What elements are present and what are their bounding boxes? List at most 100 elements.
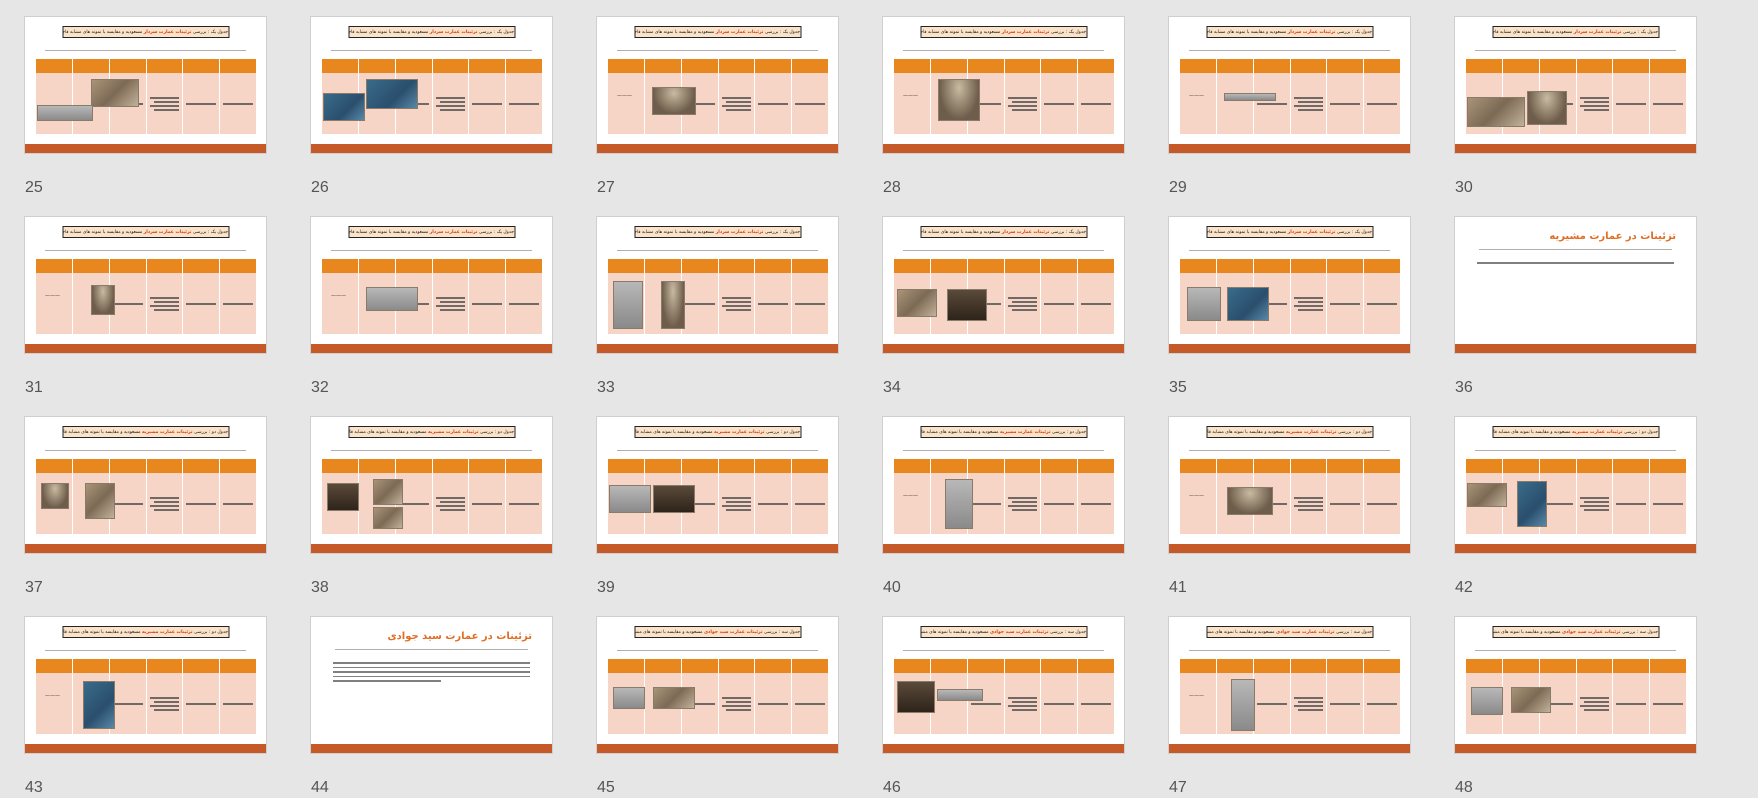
slide-thumbnail-41[interactable]: جدول دو : بررسی تزئینات عمارت مشیریه مسع… bbox=[1169, 417, 1410, 553]
header-cell bbox=[1289, 459, 1327, 473]
slide-footer-bar bbox=[1169, 144, 1410, 153]
header-cell bbox=[1215, 59, 1253, 73]
slide-thumbnail-32[interactable]: جدول یک : بررسی تزئینات عمارت سردار مسعو… bbox=[311, 217, 552, 353]
table-cell bbox=[1077, 673, 1114, 734]
table-cell bbox=[1077, 473, 1114, 534]
title-highlight: تزئینات عمارت سردار bbox=[715, 30, 764, 35]
slide-thumbnail-33[interactable]: جدول یک : بررسی تزئینات عمارت سردار مسعو… bbox=[597, 217, 838, 353]
header-cell bbox=[791, 59, 828, 73]
divider bbox=[331, 450, 532, 451]
header-cell bbox=[1363, 259, 1400, 273]
table-body bbox=[607, 73, 828, 134]
slide-title-box: جدول دو : بررسی تزئینات عمارت مشیریه مسع… bbox=[348, 426, 515, 438]
table-body bbox=[321, 273, 542, 334]
slide-thumbnail-37[interactable]: جدول دو : بررسی تزئینات عمارت مشیریه مسع… bbox=[25, 417, 266, 553]
slide-title-box: جدول یک : بررسی تزئینات عمارت سردار مسعو… bbox=[348, 26, 515, 38]
title-suffix: مسعودیه و مقایسه با نمونه های مشابه قاجا… bbox=[348, 430, 427, 435]
header-cell bbox=[431, 259, 469, 273]
table-cell bbox=[1077, 273, 1114, 334]
title-highlight: تزئینات عمارت مشیریه bbox=[1572, 430, 1623, 435]
table-cell bbox=[607, 73, 644, 134]
header-cell bbox=[182, 659, 219, 673]
slide-thumbnail-26[interactable]: جدول یک : بررسی تزئینات عمارت سردار مسعو… bbox=[311, 17, 552, 153]
slide-photo bbox=[609, 485, 651, 513]
table-header bbox=[893, 459, 1114, 473]
header-cell bbox=[754, 59, 791, 73]
slide-thumbnail-46[interactable]: جدول سه : بررسی تزئینات عمارت سید جوادی … bbox=[883, 617, 1124, 753]
table-header bbox=[893, 659, 1114, 673]
slide-title-box: جدول یک : بررسی تزئینات عمارت سردار مسعو… bbox=[920, 226, 1087, 238]
slide-thumbnail-48[interactable]: جدول سه : بررسی تزئینات عمارت سید جوادی … bbox=[1455, 617, 1696, 753]
slide-thumbnail-28[interactable]: جدول یک : بررسی تزئینات عمارت سردار مسعو… bbox=[883, 17, 1124, 153]
slide-thumbnail-36[interactable]: تزئینات در عمارت مشیریه bbox=[1455, 217, 1696, 353]
slide-photo bbox=[653, 485, 695, 513]
divider bbox=[617, 250, 818, 251]
table-header bbox=[35, 59, 256, 73]
title-highlight: تزئینات عمارت سردار bbox=[429, 230, 478, 235]
slide-thumbnail-38[interactable]: جدول دو : بررسی تزئینات عمارت مشیریه مسع… bbox=[311, 417, 552, 553]
header-cell bbox=[35, 659, 72, 673]
slide-thumbnail-42[interactable]: جدول دو : بررسی تزئینات عمارت مشیریه مسع… bbox=[1455, 417, 1696, 553]
slide-number: 28 bbox=[883, 179, 901, 196]
empty-cell-dash: ——— bbox=[331, 293, 346, 299]
title-prefix: جدول دو : بررسی bbox=[193, 630, 228, 635]
slide-photo bbox=[1527, 91, 1567, 125]
header-cell bbox=[321, 59, 358, 73]
header-cell bbox=[219, 259, 256, 273]
header-cell bbox=[357, 59, 395, 73]
slide-thumbnail-47[interactable]: جدول سه : بررسی تزئینات عمارت سید جوادی … bbox=[1169, 617, 1410, 753]
title-suffix: مسعودیه و مقایسه با نمونه های مشابه قاجا… bbox=[921, 630, 989, 635]
header-cell bbox=[929, 259, 967, 273]
table-cell bbox=[219, 73, 256, 134]
header-cell bbox=[680, 659, 718, 673]
title-highlight: تزئینات عمارت سید جوادی bbox=[1275, 630, 1335, 635]
slide-thumbnail-34[interactable]: جدول یک : بررسی تزئینات عمارت سردار مسعو… bbox=[883, 217, 1124, 353]
slide-thumbnail-35[interactable]: جدول یک : بررسی تزئینات عمارت سردار مسعو… bbox=[1169, 217, 1410, 353]
slide-thumbnail-27[interactable]: جدول یک : بررسی تزئینات عمارت سردار مسعو… bbox=[597, 17, 838, 153]
slide-number: 41 bbox=[1169, 579, 1187, 596]
title-highlight: تزئینات عمارت سید جوادی bbox=[1561, 630, 1621, 635]
slide-thumbnail-43[interactable]: جدول دو : بررسی تزئینات عمارت مشیریه مسع… bbox=[25, 617, 266, 753]
divider bbox=[1189, 650, 1390, 651]
header-cell bbox=[1575, 59, 1613, 73]
table-header bbox=[893, 259, 1114, 273]
table-header bbox=[607, 59, 828, 73]
table-cell bbox=[1326, 473, 1363, 534]
slide-thumbnail-45[interactable]: جدول سه : بررسی تزئینات عمارت سید جوادی … bbox=[597, 617, 838, 753]
slide-photo bbox=[1467, 97, 1525, 127]
title-suffix: مسعودیه و مقایسه با نمونه های مشابه قاجا… bbox=[920, 30, 1001, 35]
slide-thumbnail-30[interactable]: جدول یک : بررسی تزئینات عمارت سردار مسعو… bbox=[1455, 17, 1696, 153]
slide-footer-bar bbox=[25, 544, 266, 553]
header-cell bbox=[1003, 659, 1041, 673]
slide-number: 30 bbox=[1455, 179, 1473, 196]
slide-photo bbox=[938, 79, 980, 121]
table-body bbox=[35, 73, 256, 134]
slide-thumbnail-44[interactable]: تزئینات در عمارت سید جوادی bbox=[311, 617, 552, 753]
slide-title-box: جدول یک : بررسی تزئینات عمارت سردار مسعو… bbox=[634, 26, 801, 38]
table-cell bbox=[1003, 473, 1041, 534]
slide-thumbnail-40[interactable]: جدول دو : بررسی تزئینات عمارت مشیریه مسع… bbox=[883, 417, 1124, 553]
header-cell bbox=[893, 259, 930, 273]
table-cell bbox=[219, 273, 256, 334]
header-cell bbox=[1649, 659, 1686, 673]
table-header bbox=[35, 259, 256, 273]
header-cell bbox=[966, 59, 1004, 73]
slide-footer-bar bbox=[1169, 344, 1410, 353]
slide-thumbnail-25[interactable]: جدول یک : بررسی تزئینات عمارت سردار مسعو… bbox=[25, 17, 266, 153]
slide-photo bbox=[1231, 679, 1255, 731]
table-cell bbox=[145, 673, 183, 734]
divider bbox=[1475, 650, 1676, 651]
slide-thumbnail-29[interactable]: جدول یک : بررسی تزئینات عمارت سردار مسعو… bbox=[1169, 17, 1410, 153]
header-cell bbox=[108, 259, 146, 273]
title-prefix: جدول یک : بررسی bbox=[478, 230, 514, 235]
header-cell bbox=[1077, 659, 1114, 673]
slide-thumbnail-39[interactable]: جدول دو : بررسی تزئینات عمارت مشیریه مسع… bbox=[597, 417, 838, 553]
slide-photo bbox=[1517, 481, 1547, 527]
slide-number: 40 bbox=[883, 579, 901, 596]
table-header bbox=[321, 259, 542, 273]
header-cell bbox=[966, 459, 1004, 473]
title-suffix: مسعودیه و مقایسه با نمونه های مشابه قاجا… bbox=[1206, 430, 1285, 435]
slide-number: 33 bbox=[597, 379, 615, 396]
slide-thumbnail-31[interactable]: جدول یک : بررسی تزئینات عمارت سردار مسعو… bbox=[25, 217, 266, 353]
table-cell bbox=[1363, 73, 1400, 134]
